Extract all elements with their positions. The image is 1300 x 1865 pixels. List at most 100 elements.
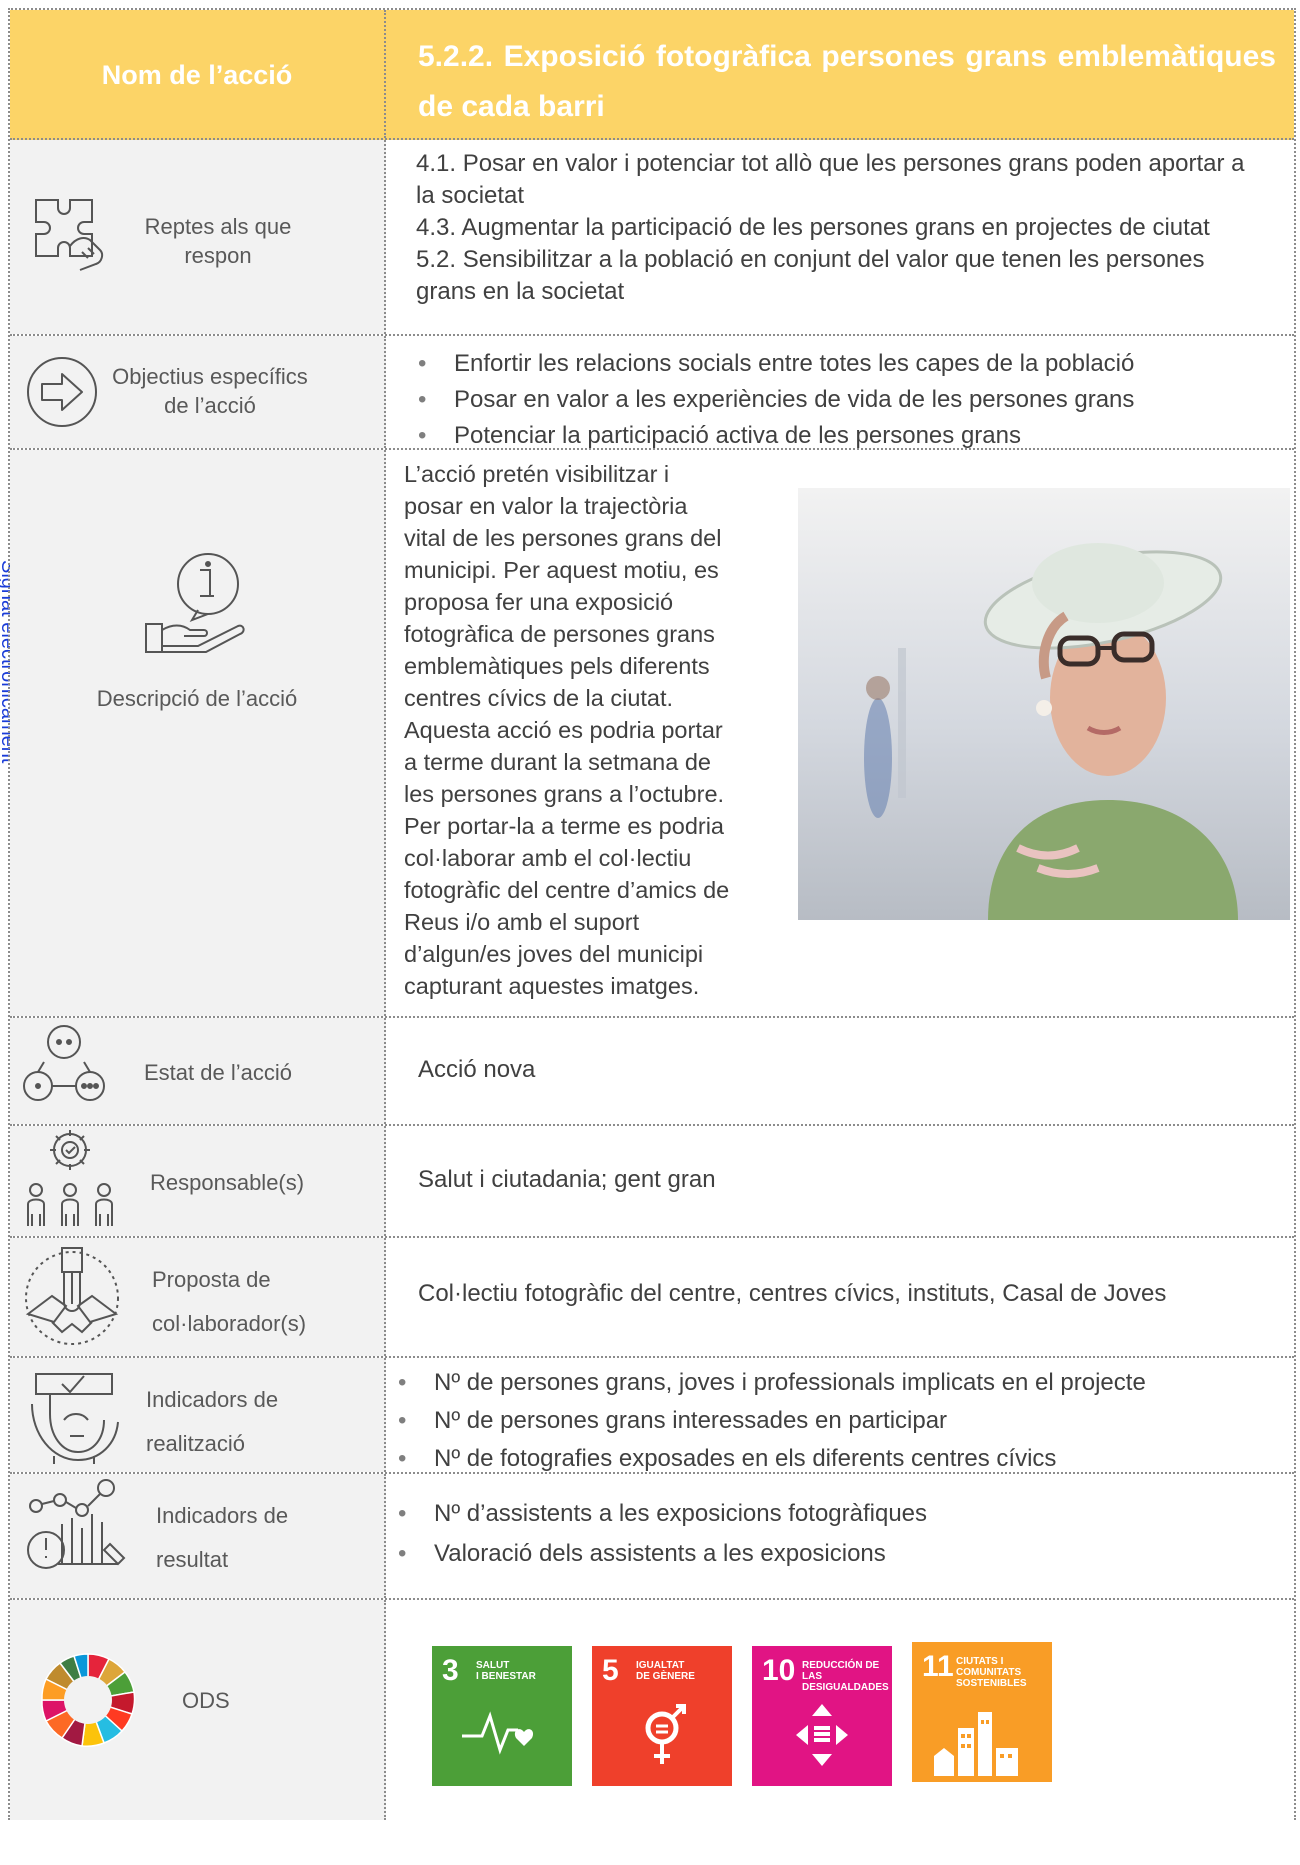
heartbeat-icon <box>462 1711 534 1755</box>
indicadors-resultat-value-cell: Nº d’assistents a les exposicions fotogr… <box>386 1474 1294 1598</box>
indicadors-realitzacio-label-line1: Indicadors de <box>146 1387 279 1412</box>
sdg-goal-label-line1: CIUTATS I <box>956 1656 1004 1667</box>
ods-value-cell: 3 SALUT I BENESTAR 5 IGUALTAT DE GÈNERE 10… <box>386 1600 1294 1820</box>
sdg-goal-label-line1: IGUALTAT <box>636 1660 685 1671</box>
puzzle-icon <box>35 199 104 271</box>
estat-label: Estat de l’acció <box>144 1060 292 1085</box>
indicadors-resultat-list: Nº d’assistents a les exposicions fotogr… <box>398 1494 927 1574</box>
objectius-value-cell: Enfortir les relacions socials entre tot… <box>386 336 1294 454</box>
sustainable-cities-icon <box>934 1712 1018 1776</box>
info-hand-icon <box>145 553 245 653</box>
descripcio-label-cell: Descripció de l’acció <box>10 450 386 1016</box>
repte-item: 5.2. Sensibilitzar a la població en conj… <box>416 246 1205 305</box>
objectiu-item: Enfortir les relacions socials entre tot… <box>418 346 1134 382</box>
proposta-label-cell: Proposta de col·laborador(s) <box>10 1238 386 1356</box>
responsable-label-cell: Responsable(s) <box>10 1126 386 1236</box>
indicadors-realitzacio-row: Indicadors de realització Nº de persones… <box>10 1358 1294 1478</box>
responsable-value-cell: Salut i ciutadania; gent gran <box>386 1126 1294 1236</box>
proposta-label: Proposta de col·laborador(s) <box>152 1258 306 1346</box>
sdg-goal-label-line2: COMUNITATS SOSTENIBLES <box>956 1667 1027 1689</box>
descripcio-row: Descripció de l’acció L’acció pretén vis… <box>10 450 1294 1018</box>
photo-illustration <box>798 488 1290 920</box>
action-title: 5.2.2. Exposició fotogràfica persones gr… <box>418 40 1276 123</box>
sdg-goal-label-line2: I BENESTAR <box>476 1671 536 1682</box>
sdg-goal-label-line1: REDUCCIÓN DE LAS <box>802 1660 880 1682</box>
sdg-goal-11-tile: 11 CIUTATS I COMUNITATS SOSTENIBLES <box>912 1642 1052 1782</box>
reptes-label-line2: respon <box>184 243 252 268</box>
indicadors-realitzacio-value-cell: Nº de persones grans, joves i profession… <box>386 1358 1294 1478</box>
indicador-resultat-item: Valoració dels assistents a les exposici… <box>398 1534 927 1574</box>
head-check-icon <box>31 1373 119 1464</box>
indicadors-resultat-label: Indicadors de resultat <box>156 1494 288 1582</box>
estat-label-cell: Estat de l’acció <box>10 1018 386 1124</box>
estat-value-cell: Acció nova <box>386 1018 1294 1124</box>
objectius-label: Objectius específics de l’acció <box>100 362 320 420</box>
estat-row: Estat de l’acció Acció nova <box>10 1018 1294 1126</box>
repte-item: 4.3. Augmentar la participació de les pe… <box>416 214 1210 241</box>
reptes-label-line1: Reptes als que <box>144 214 292 239</box>
header-label-cell: Nom de l’acció <box>10 10 386 138</box>
sdg-goal-number: 10 <box>762 1654 796 1687</box>
sdg-goal-label: REDUCCIÓN DE LAS DESIGUALDADES <box>802 1660 892 1693</box>
sdg-goal-number: 3 <box>442 1654 459 1687</box>
indicadors-realitzacio-label-cell: Indicadors de realització <box>10 1358 386 1472</box>
elderly-woman-photo <box>798 488 1290 920</box>
reptes-value-cell: 4.1. Posar en valor i potenciar tot allò… <box>386 140 1294 334</box>
hands-together-icon <box>25 1247 119 1345</box>
sdg-goal-5-tile: 5 IGUALTAT DE GÈNERE <box>592 1646 732 1786</box>
header-row: Nom de l’acció 5.2.2. Exposició fotogràf… <box>10 10 1294 140</box>
ods-row: ODS 3 SALUT I BENESTAR 5 IGUALTAT DE GÈNER… <box>10 1600 1294 1820</box>
indicador-realitzacio-item: Nº de fotografies exposades en els difer… <box>398 1440 1146 1478</box>
indicadors-resultat-row: Indicadors de resultat Nº d’assistents a… <box>10 1474 1294 1600</box>
indicadors-resultat-label-cell: Indicadors de resultat <box>10 1474 386 1598</box>
ods-label-cell: ODS <box>10 1600 386 1820</box>
chart-gauge-icon <box>27 1479 126 1569</box>
descripcio-text: L’acció pretén visibilitzar i posar en v… <box>404 461 730 999</box>
responsable-value: Salut i ciutadania; gent gran <box>418 1166 716 1193</box>
sdg-goal-number: 11 <box>922 1650 954 1683</box>
indicadors-resultat-label-line1: Indicadors de <box>156 1503 289 1528</box>
objectiu-item: Potenciar la participació activa de les … <box>418 418 1134 454</box>
objectiu-item: Posar en valor a les experiències de vid… <box>418 382 1134 418</box>
proposta-row: Proposta de col·laborador(s) Col·lectiu … <box>10 1238 1294 1358</box>
proposta-label-line1: Proposta de <box>152 1267 271 1292</box>
responsable-row: Responsable(s) Salut i ciutadania; gent … <box>10 1126 1294 1238</box>
reptes-row: Reptes als que respon 4.1. Posar en valo… <box>10 140 1294 336</box>
repte-item: 4.1. Posar en valor i potenciar tot allò… <box>416 150 1245 209</box>
arrow-right-circle-icon <box>27 357 97 427</box>
reptes-label: Reptes als que respon <box>108 212 328 270</box>
objectius-row: Objectius específics de l’acció Enfortir… <box>10 336 1294 454</box>
proposta-value-cell: Col·lectiu fotogràfic del centre, centre… <box>386 1238 1294 1356</box>
sdg-goal-label: SALUT I BENESTAR <box>476 1660 566 1682</box>
header-label: Nom de l’acció <box>101 60 293 90</box>
sdg-goal-number: 5 <box>602 1654 619 1687</box>
reptes-label-cell: Reptes als que respon <box>10 140 386 334</box>
indicador-realitzacio-item: Nº de persones grans, joves i profession… <box>398 1364 1146 1402</box>
page: Signat electrònicament Nom de l’acció 5.… <box>0 0 1300 1865</box>
descripcio-value-cell: L’acció pretén visibilitzar i posar en v… <box>386 450 1294 1016</box>
reptes-list: 4.1. Posar en valor i potenciar tot allò… <box>416 148 1254 308</box>
objectius-list: Enfortir les relacions socials entre tot… <box>418 346 1134 454</box>
sdg-goal-label-line2: DE GÈNERE <box>636 1671 695 1682</box>
sdg-goal-label: CIUTATS I COMUNITATS SOSTENIBLES <box>956 1656 1046 1689</box>
sdg-goal-label: IGUALTAT DE GÈNERE <box>636 1660 726 1682</box>
objectius-label-cell: Objectius específics de l’acció <box>10 336 386 448</box>
sdg-goal-10-tile: 10 REDUCCIÓN DE LAS DESIGUALDADES <box>752 1646 892 1786</box>
indicadors-realitzacio-label: Indicadors de realització <box>146 1378 278 1466</box>
indicador-realitzacio-item: Nº de persones grans interessades en par… <box>398 1402 1146 1440</box>
proposta-value: Col·lectiu fotogràfic del centre, centre… <box>418 1280 1167 1307</box>
sdg-goal-label-line1: SALUT <box>476 1660 510 1671</box>
action-sheet-table: Nom de l’acció 5.2.2. Exposició fotogràf… <box>8 8 1296 1820</box>
proposta-label-line2: col·laborador(s) <box>152 1311 307 1336</box>
ods-label: ODS <box>182 1688 230 1713</box>
objectius-label-line1: Objectius específics <box>112 364 308 389</box>
estat-value: Acció nova <box>418 1056 536 1083</box>
indicadors-realitzacio-label-line2: realització <box>146 1431 246 1456</box>
status-circles-icon <box>23 1025 105 1101</box>
indicador-resultat-item: Nº d’assistents a les exposicions fotogr… <box>398 1494 927 1534</box>
sdg-goal-3-tile: 3 SALUT I BENESTAR <box>432 1646 572 1786</box>
people-gear-icon <box>27 1130 113 1226</box>
indicadors-realitzacio-list: Nº de persones grans, joves i profession… <box>398 1364 1146 1478</box>
reduced-inequalities-icon <box>796 1704 848 1766</box>
descripcio-label: Descripció de l’acció <box>96 686 298 711</box>
